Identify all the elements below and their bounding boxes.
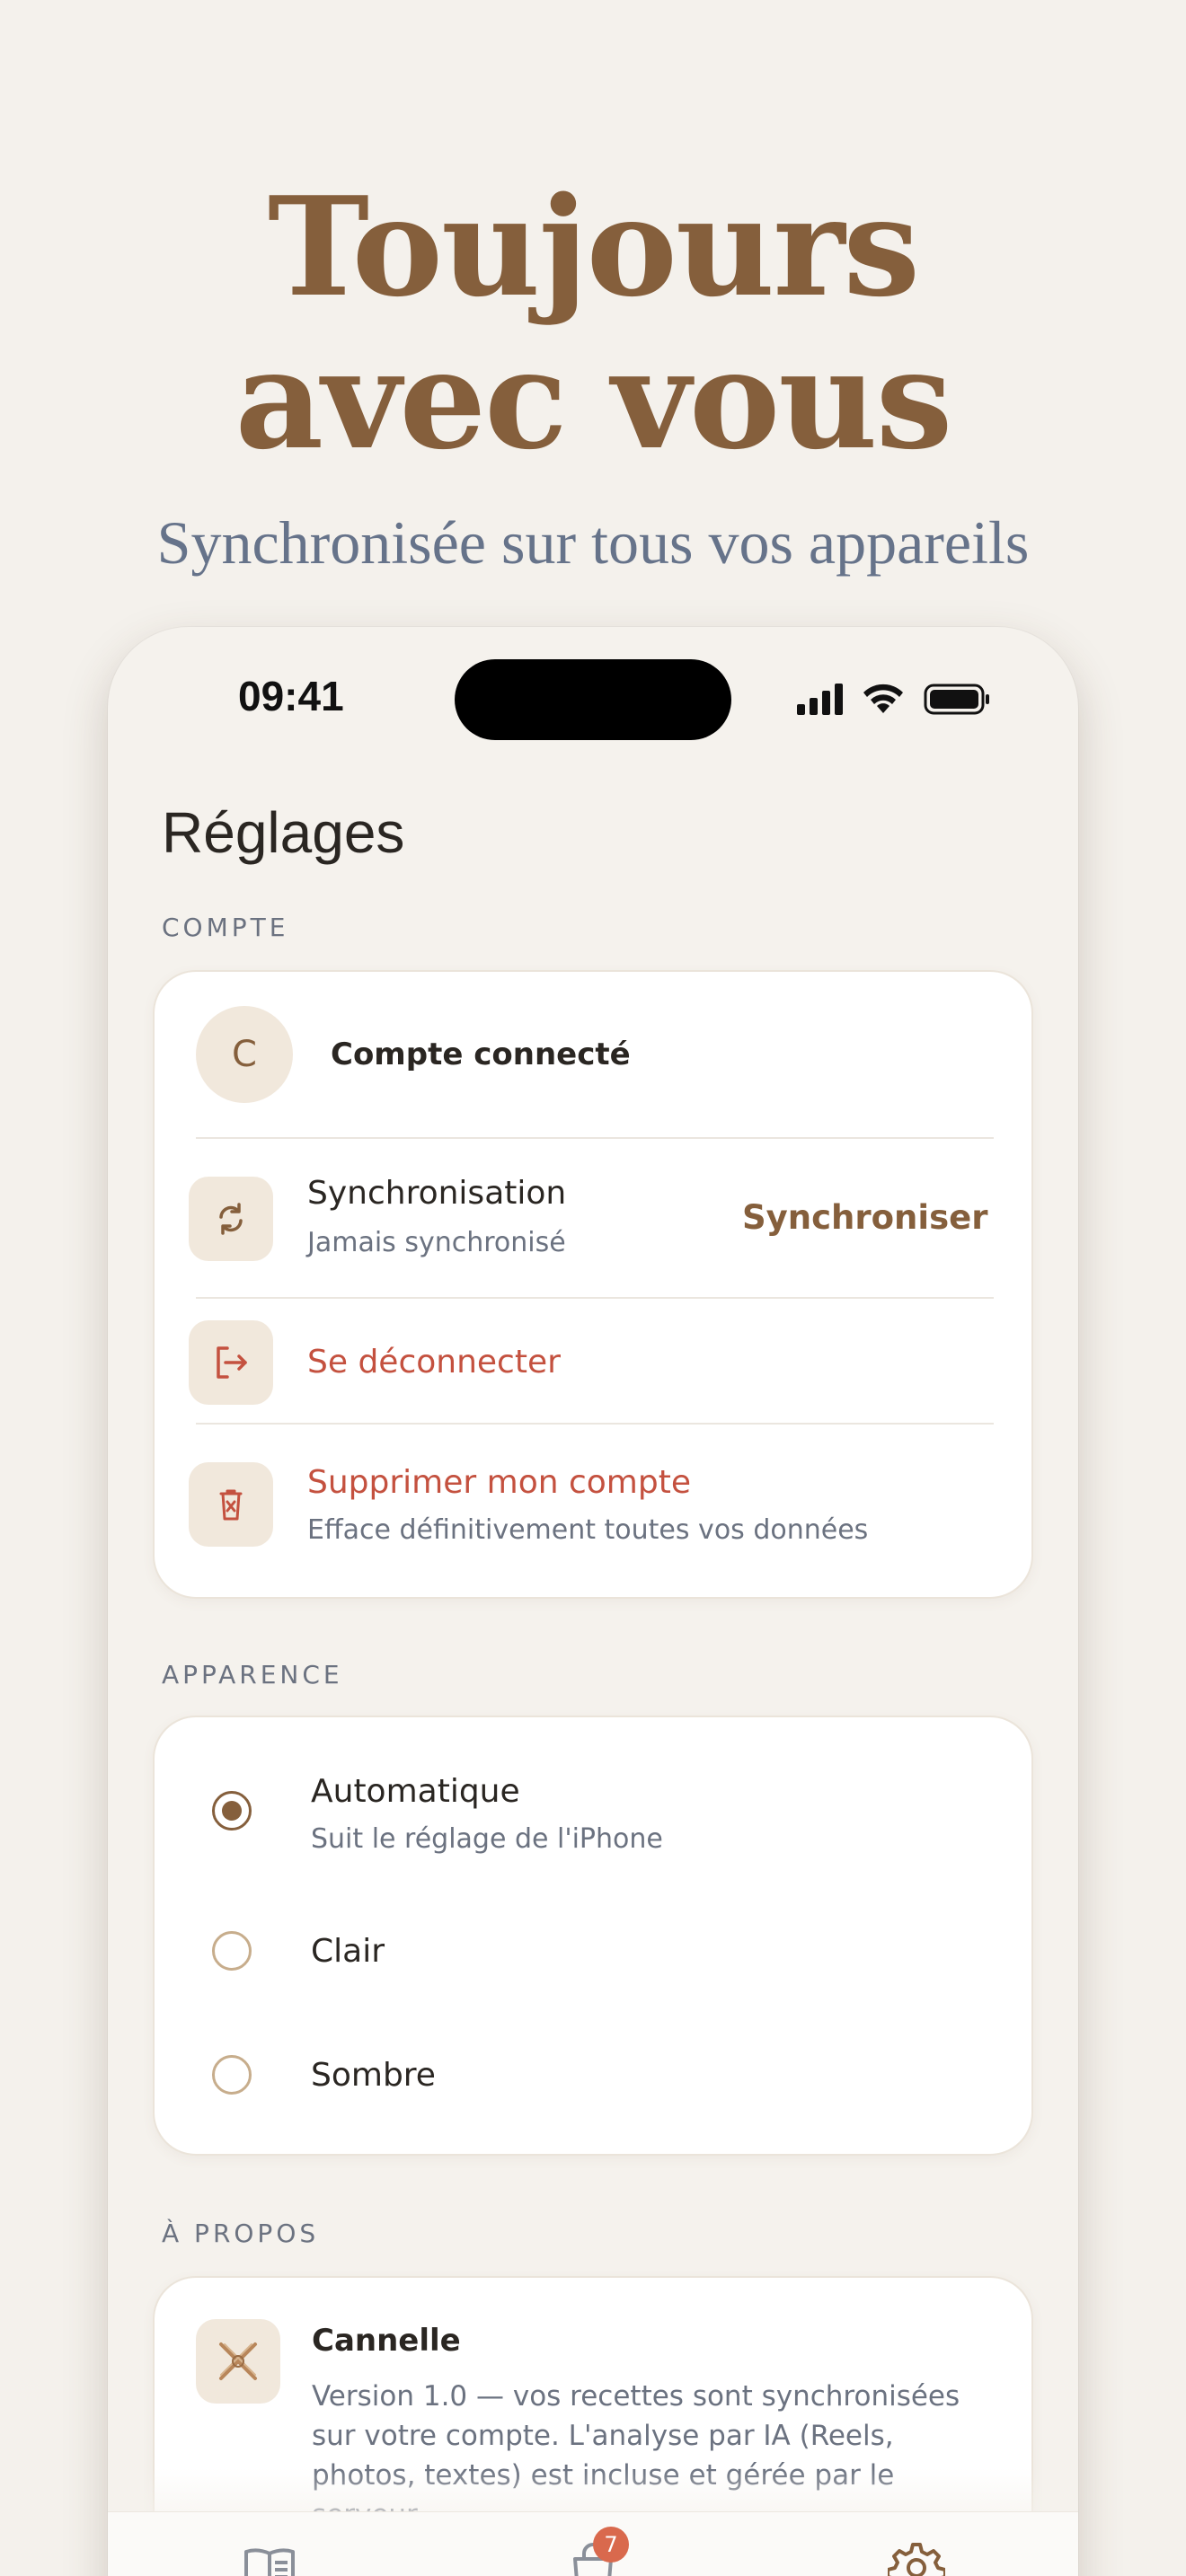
account-name: Compte connecté (331, 1037, 631, 1072)
option-label: Sombre (311, 2057, 436, 2094)
hero-title-line1: Toujours (267, 166, 920, 327)
divider (196, 1297, 994, 1299)
radio-dark[interactable] (212, 2055, 252, 2095)
status-icons (797, 684, 989, 715)
sync-button[interactable]: Synchroniser (742, 1198, 987, 1237)
signal-icon (797, 684, 843, 715)
divider (196, 1423, 994, 1425)
dynamic-island (455, 659, 731, 740)
trash-icon-tile (189, 1462, 273, 1547)
hero-subtitle: Synchronisée sur tous vos appareils (156, 508, 1030, 577)
sync-icon-tile (189, 1177, 273, 1261)
phone-frame: 09:41 Réglages COMPTE C Compte connecté (108, 627, 1078, 2576)
hero-title: Toujours avec vous (0, 171, 1186, 476)
section-label-about: À PROPOS (162, 2219, 320, 2248)
app-logo-tile (196, 2319, 280, 2404)
divider (196, 1137, 994, 1139)
tab-bar: 7 (108, 2511, 1078, 2576)
sync-title: Synchronisation (307, 1175, 567, 1212)
notification-badge: 7 (593, 2527, 629, 2563)
option-label: Automatique (311, 1773, 520, 1810)
account-card: C Compte connecté Synchronisation Jamais… (153, 970, 1033, 1599)
cinnamon-logo-icon (219, 2342, 257, 2380)
radio-automatic[interactable] (212, 1791, 252, 1831)
gear-icon[interactable] (888, 2539, 945, 2576)
option-label: Clair (311, 1933, 385, 1970)
logout-icon-tile (189, 1320, 273, 1405)
option-subtitle: Suit le réglage de l'iPhone (311, 1823, 663, 1855)
logout-icon (217, 1346, 247, 1379)
trash-icon (219, 1489, 243, 1521)
book-icon[interactable] (241, 2539, 298, 2576)
appearance-card: Automatique Suit le réglage de l'iPhone … (153, 1716, 1033, 2156)
app-name: Cannelle (312, 2323, 461, 2359)
delete-account-button[interactable]: Supprimer mon compte (307, 1464, 691, 1501)
page-title: Réglages (162, 800, 405, 865)
hero-title-line2: avec vous (235, 319, 953, 480)
sync-status: Jamais synchronisé (307, 1227, 566, 1258)
wifi-icon (863, 684, 903, 713)
status-time: 09:41 (238, 673, 344, 719)
section-label-appearance: APPARENCE (162, 1660, 343, 1689)
sync-icon (219, 1203, 243, 1235)
avatar: C (196, 1006, 293, 1103)
delete-account-subtitle: Efface définitivement toutes vos données (307, 1514, 869, 1546)
battery-icon (924, 684, 989, 715)
section-label-account: COMPTE (162, 913, 289, 942)
radio-light[interactable] (212, 1931, 252, 1971)
logout-button[interactable]: Se déconnecter (307, 1344, 561, 1381)
